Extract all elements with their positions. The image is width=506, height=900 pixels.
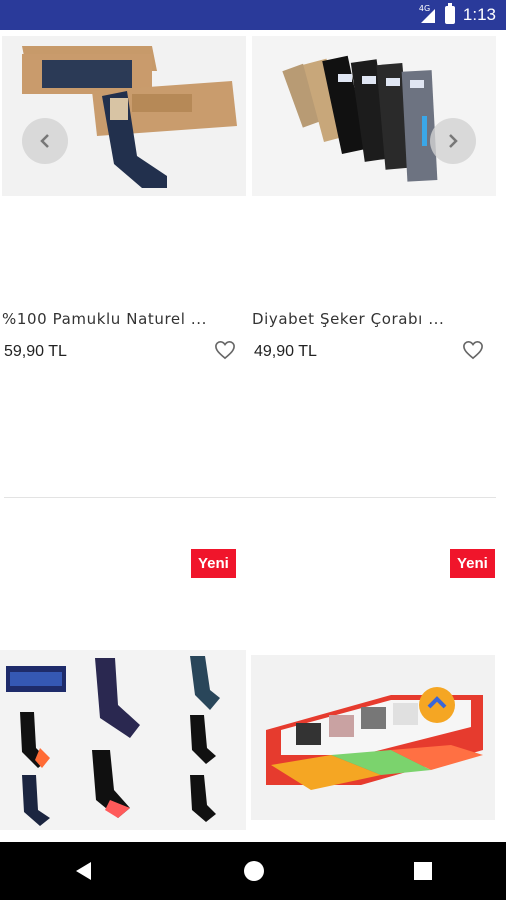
- product-card[interactable]: Yeni: [250, 530, 496, 842]
- product-price: 49,90 TL: [254, 343, 317, 360]
- chevron-left-icon: [40, 134, 49, 148]
- clock: 1:13: [462, 5, 496, 24]
- product-list[interactable]: %100 Pamuklu Naturel ... 59,90 TL Diyabe…: [0, 30, 506, 842]
- product-name[interactable]: Diyabet Şeker Çorabı ...: [252, 310, 444, 328]
- product-image[interactable]: [2, 36, 246, 196]
- home-circle-icon[interactable]: [242, 859, 266, 883]
- carousel-next-button[interactable]: [430, 118, 476, 164]
- product-card[interactable]: %100 Pamuklu Naturel ... 59,90 TL: [2, 36, 248, 366]
- system-navigation-bar: [0, 842, 506, 900]
- favorite-heart-icon[interactable]: [462, 340, 484, 360]
- product-card[interactable]: Yeni: [0, 530, 246, 842]
- product-image[interactable]: [0, 650, 246, 830]
- new-badge: Yeni: [450, 549, 495, 578]
- product-name[interactable]: %100 Pamuklu Naturel ...: [2, 310, 207, 328]
- product-price: 59,90 TL: [4, 343, 67, 360]
- product-image[interactable]: [251, 655, 495, 820]
- battery-icon: [444, 3, 455, 24]
- section-divider: [4, 497, 496, 498]
- status-bar: 4G 1:13: [0, 0, 506, 30]
- new-badge: Yeni: [191, 549, 236, 578]
- recents-square-icon[interactable]: [413, 861, 433, 881]
- cell-signal-icon: 4G: [419, 4, 437, 24]
- carousel-prev-button[interactable]: [22, 118, 68, 164]
- chevron-right-icon: [449, 134, 458, 148]
- product-card[interactable]: Diyabet Şeker Çorabı ... 49,90 TL: [252, 36, 498, 366]
- favorite-heart-icon[interactable]: [214, 340, 236, 360]
- product-image[interactable]: [252, 36, 496, 196]
- back-triangle-icon[interactable]: [73, 860, 95, 882]
